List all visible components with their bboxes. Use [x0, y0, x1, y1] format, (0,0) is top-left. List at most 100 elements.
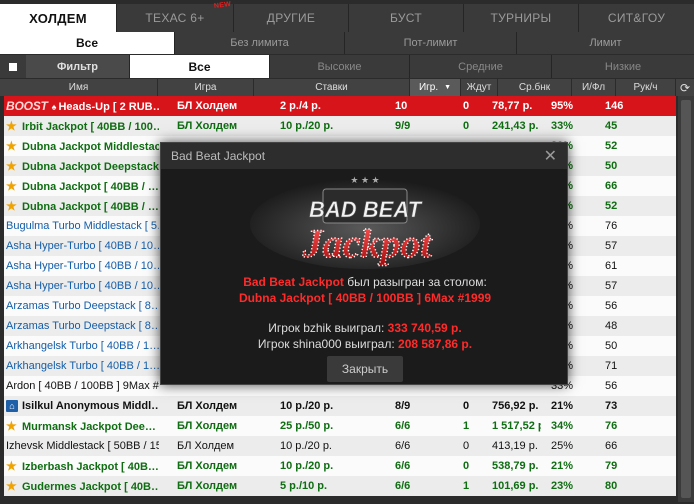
tab-stakes-all[interactable]: Все — [130, 55, 270, 78]
star-icon: ★ — [6, 139, 17, 153]
boost-logo: BOOST — [6, 99, 48, 113]
cell-name: Bugulma Turbo Middlestack [ 5… — [4, 216, 159, 236]
tab-label: Все — [188, 59, 211, 74]
col-waiting[interactable]: Ждут — [461, 79, 498, 96]
table-name: Arzamas Turbo Deepstack [ 8… — [6, 320, 159, 332]
close-icon[interactable]: ✕ — [544, 146, 557, 166]
col-label: Игра — [194, 82, 217, 93]
scrollbar[interactable] — [678, 96, 694, 502]
filter-button[interactable]: Фильтр — [26, 55, 130, 78]
cell-name: ★ Gudermes Jackpot [ 40B… — [4, 476, 159, 496]
star-icon: ★ — [6, 159, 17, 173]
logo-top-text: BAD BEAT — [309, 197, 423, 222]
tab-limit-all[interactable]: Все — [0, 32, 175, 54]
cell-hands: 76 — [605, 220, 618, 232]
table-name: Asha Hyper-Turbo [ 40BB / 10… — [6, 280, 159, 292]
col-flop[interactable]: И/Фл — [572, 79, 616, 96]
scrollbar-thumb[interactable] — [681, 100, 691, 498]
cell-flop: 33% — [551, 120, 574, 132]
tab-stakes-medium[interactable]: Средние — [410, 55, 552, 78]
jackpot-table-name: Dubna Jackpot [ 40BB / 100BB ] 6Max #199… — [238, 291, 492, 305]
tab-stakes-high[interactable]: Высокие — [270, 55, 410, 78]
tab-texas6[interactable]: ТЕХАС 6+ NEW — [117, 1, 234, 32]
star-icon: ★ — [6, 119, 17, 133]
cell-hands: 48 — [605, 320, 618, 332]
cell-game: БЛ Холдем — [177, 460, 238, 472]
cell-pot: 538,79 р. — [492, 460, 539, 472]
star-icon: ★ — [6, 419, 17, 433]
cell-hands: 57 — [605, 280, 618, 292]
table-name: Heads-Up [ 2 RUB… — [58, 101, 159, 113]
cell-flop: 34% — [551, 420, 574, 432]
tab-label: ТУРНИРЫ — [490, 11, 552, 25]
tab-tournaments[interactable]: ТУРНИРЫ — [464, 4, 579, 32]
table-name: Arzamas Turbo Deepstack [ 8… — [6, 300, 159, 312]
dialog-title: Bad Beat Jackpot — [171, 149, 266, 163]
table-row[interactable]: Izhevsk Middlestack [ 50BB / 15… БЛ Холде… — [4, 436, 676, 456]
col-label: Рук/ч — [633, 82, 658, 93]
cell-name: ⌂ Isilkul Anonymous Middl… — [4, 396, 159, 416]
col-name[interactable]: Имя — [0, 79, 158, 96]
cell-waiting: 1 — [463, 480, 470, 492]
cell-players: 6/6 — [395, 460, 411, 472]
winner-prefix: Игрок bzhik выиграл: — [268, 321, 385, 335]
col-label: Ср.бнк — [518, 82, 551, 93]
tab-other[interactable]: ДРУГИЕ — [234, 4, 349, 32]
tab-label: Пот-лимит — [403, 37, 458, 49]
tab-label: Высокие — [317, 60, 362, 73]
col-avg-pot[interactable]: Ср.бнк — [498, 79, 572, 96]
cell-flop: 21% — [551, 400, 574, 412]
stakes-filter-bar: Фильтр Все Высокие Средние Низкие — [0, 55, 694, 78]
cell-stakes: 25 р./50 р. — [280, 420, 334, 432]
col-label: Ждут — [466, 82, 492, 93]
cell-stakes: 5 р./10 р. — [280, 480, 328, 492]
col-stakes[interactable]: Ставки — [254, 79, 410, 96]
filter-label: Фильтр — [56, 60, 99, 73]
cell-game: БЛ Холдем — [177, 400, 238, 412]
cell-hands: 73 — [605, 400, 618, 412]
col-label: Ставки — [315, 82, 348, 93]
col-players[interactable]: Игр. ▼ — [410, 79, 461, 96]
cell-name: Arkhangelsk Turbo [ 40BB / 1… — [4, 356, 159, 376]
star-icon: ★ — [6, 459, 17, 473]
table-row[interactable]: ★ Murmansk Jackpot Dee… БЛ Холдем 25 р./50 … — [4, 416, 676, 436]
table-name: Dubna Jackpot [ 40BB / … — [22, 201, 159, 213]
refresh-icon[interactable]: ⟳ — [676, 79, 694, 96]
cell-pot: 756,92 р. — [492, 400, 539, 412]
tab-pot-limit[interactable]: Пот-лимит — [345, 32, 517, 54]
tab-label: ДРУГИЕ — [266, 11, 316, 25]
col-hands[interactable]: Рук/ч — [616, 79, 676, 96]
cell-flop: 23% — [551, 480, 574, 492]
table-row[interactable]: ★ Izberbash Jackpot [ 40B… БЛ Холдем 10 р./… — [4, 456, 676, 476]
filter-checkbox[interactable] — [0, 55, 26, 78]
tab-fixed-limit[interactable]: Лимит — [517, 32, 694, 54]
cell-name: Arzamas Turbo Deepstack [ 8… — [4, 316, 159, 336]
close-button[interactable]: Закрыть — [327, 356, 403, 382]
tab-stakes-low[interactable]: Низкие — [552, 55, 694, 78]
tab-holdem[interactable]: ХОЛДЕМ — [0, 4, 117, 32]
cell-name: Arzamas Turbo Deepstack [ 8… — [4, 296, 159, 316]
star-icon: ★ — [6, 179, 17, 193]
cell-hands: 56 — [605, 300, 618, 312]
cell-stakes: 10 р./20 р. — [280, 120, 334, 132]
cell-hands: 50 — [605, 340, 618, 352]
tab-boost[interactable]: БУСТ — [349, 4, 464, 32]
tab-no-limit[interactable]: Без лимита — [175, 32, 345, 54]
winner-amount: 333 740,59 р. — [387, 321, 462, 335]
cell-pot: 1 517,52 р. — [492, 420, 541, 432]
tab-sitngo[interactable]: СИТ&ГОУ — [579, 4, 694, 32]
cell-waiting: 1 — [463, 420, 470, 432]
table-row[interactable]: ⌂ Isilkul Anonymous Middl… БЛ Холдем 10 р./… — [4, 396, 676, 416]
table-row[interactable]: ★ Gudermes Jackpot [ 40B… БЛ Холдем 5 р./10… — [4, 476, 676, 496]
table-name: Ardon [ 40BB / 100BB ] 9Max #… — [6, 380, 159, 392]
table-header: Имя Игра Ставки Игр. ▼ Ждут Ср.бнк И/Фл Р… — [0, 79, 694, 96]
msg-strong: Bad Beat Jackpot — [243, 275, 344, 289]
cell-game: БЛ Холдем — [177, 420, 238, 432]
tab-label: Без лимита — [230, 37, 289, 49]
cell-pot: 413,19 р. — [492, 440, 538, 452]
limit-tabs: Все Без лимита Пот-лимит Лимит — [0, 32, 694, 54]
table-row[interactable]: BOOST ♠ Heads-Up [ 2 RUB… БЛ Холдем 2 р./4 р… — [4, 96, 676, 116]
table-row[interactable]: ★ Irbit Jackpot [ 40BB / 100… БЛ Холдем 10 … — [4, 116, 676, 136]
col-game[interactable]: Игра — [158, 79, 254, 96]
cell-game: БЛ Холдем — [177, 100, 238, 112]
